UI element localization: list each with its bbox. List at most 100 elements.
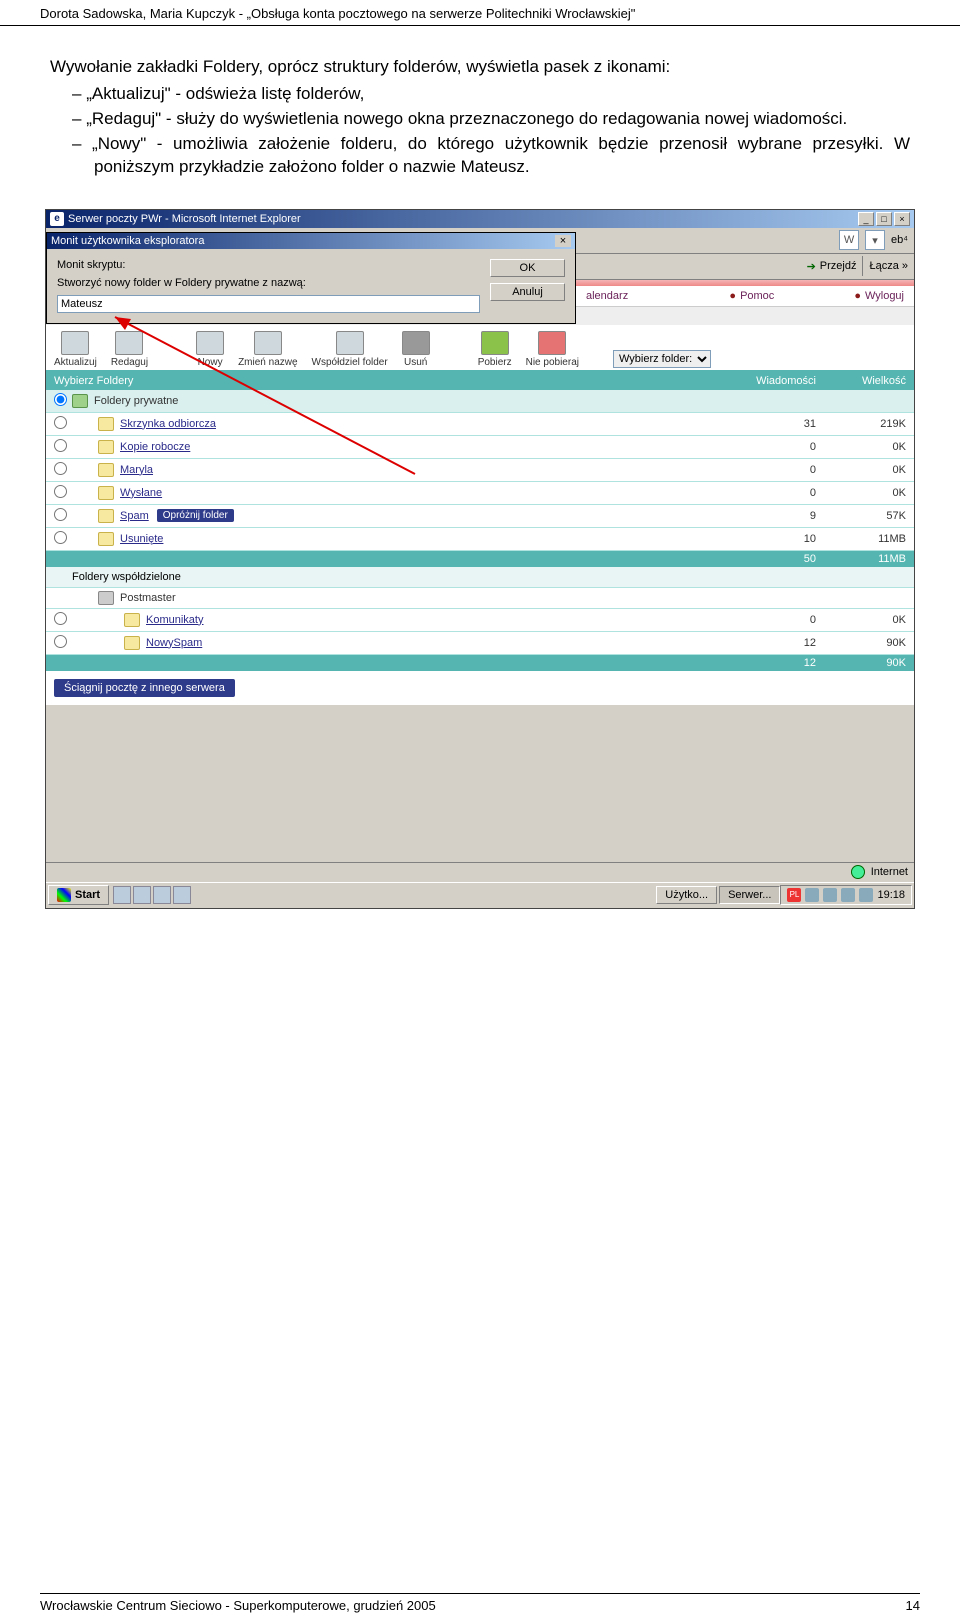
windows-flag-icon — [57, 888, 71, 902]
fetch-external-mail-button[interactable]: Ściągnij pocztę z innego serwera — [54, 679, 235, 697]
folder-radio[interactable] — [54, 612, 67, 625]
page-number: 14 — [906, 1598, 920, 1613]
screenshot: e Serwer poczty PWr - Microsoft Internet… — [45, 209, 915, 909]
folder-name[interactable]: Wysłane — [120, 487, 726, 499]
folder-icon — [98, 417, 114, 431]
minimize-button[interactable]: _ — [858, 212, 874, 226]
action-redaguj[interactable]: Redaguj — [111, 331, 148, 368]
tab-kalendarz[interactable]: alendarz — [586, 290, 628, 302]
folder-radio[interactable] — [54, 393, 67, 406]
toolbar-icon[interactable]: ▾ — [865, 230, 885, 250]
folder-radio[interactable] — [54, 462, 67, 475]
folder-icon — [72, 394, 88, 408]
dialog-close-button[interactable]: × — [555, 235, 571, 247]
folder-select[interactable]: Wybierz folder: — [613, 350, 711, 368]
globe-icon — [851, 865, 865, 879]
ie-statusbar: Internet — [46, 862, 914, 882]
tray-icon[interactable] — [859, 888, 873, 902]
toolbar-icon[interactable]: eb⁴ — [891, 234, 908, 246]
action-zmien-nazwe[interactable]: Zmień nazwę — [238, 331, 297, 368]
folder-name[interactable]: Komunikaty — [146, 614, 726, 626]
tray-lang[interactable]: PL — [787, 888, 801, 902]
taskbar-task-active[interactable]: Serwer... — [719, 886, 780, 904]
windows-taskbar: Start Użytko... Serwer... PL 19:18 — [46, 882, 914, 908]
bullet-item: „Nowy" - umożliwia założenie folderu, do… — [72, 133, 910, 179]
folder-select-wrap: Wybierz folder: — [613, 350, 711, 368]
person-icon — [98, 591, 114, 605]
action-niepobieraj[interactable]: Nie pobieraj — [526, 331, 579, 368]
folder-row: Komunikaty 0 0K — [46, 609, 914, 632]
tab-pomoc[interactable]: ●Pomoc — [729, 290, 774, 302]
folder-icon — [98, 463, 114, 477]
folder-row: Wysłane 0 0K — [46, 482, 914, 505]
ie-icon: e — [50, 212, 64, 226]
action-nowy[interactable]: Nowy — [196, 331, 224, 368]
folder-name[interactable]: NowySpam — [146, 637, 726, 649]
go-label[interactable]: Przejdź — [820, 260, 857, 272]
folder-name[interactable]: Skrzynka odbiorcza — [120, 418, 726, 430]
ql-icon[interactable] — [133, 886, 151, 904]
security-zone: Internet — [871, 866, 908, 878]
go-icon[interactable]: ➔ — [807, 260, 816, 273]
cancel-button[interactable]: Anuluj — [490, 283, 565, 301]
folder-name[interactable]: Foldery prywatne — [94, 395, 726, 407]
folder-name[interactable]: Maryla — [120, 464, 726, 476]
taskbar-tasks: Użytko... Serwer... — [656, 886, 780, 904]
ql-icon[interactable] — [153, 886, 171, 904]
dialog-label2: Stworzyć nowy folder w Foldery prywatne … — [57, 277, 480, 289]
folder-icon — [98, 532, 114, 546]
folder-row: Skrzynka odbiorcza 31 219K — [46, 413, 914, 436]
folder-icon — [98, 509, 114, 523]
folder-sum-row: 50 11MB — [46, 551, 914, 567]
folder-icon — [98, 440, 114, 454]
bullet-item: „Redaguj" - służy do wyświetlenia nowego… — [72, 108, 910, 131]
empty-folder-button[interactable]: Opróżnij folder — [157, 509, 234, 522]
folder-name-input[interactable] — [57, 295, 480, 313]
action-aktualizuj[interactable]: Aktualizuj — [54, 331, 97, 368]
folder-list: Foldery prywatne Skrzynka odbiorcza 31 2… — [46, 390, 914, 671]
col-size: Wielkość — [816, 375, 906, 387]
window-title: Serwer poczty PWr - Microsoft Internet E… — [68, 213, 301, 225]
ql-icon[interactable] — [173, 886, 191, 904]
folder-name[interactable]: Kopie robocze — [120, 441, 726, 453]
folder-icon — [124, 613, 140, 627]
taskbar-task[interactable]: Użytko... — [656, 886, 717, 904]
start-button[interactable]: Start — [48, 885, 109, 905]
tray-icon[interactable] — [823, 888, 837, 902]
action-usun[interactable]: Usuń — [402, 331, 430, 368]
page-footer: Wrocławskie Centrum Sieciowo - Superkomp… — [40, 1593, 920, 1613]
webmail-app: alendarz ●Pomoc ●Wyloguj kamila.losik@pw… — [46, 280, 914, 705]
tray-icon[interactable] — [805, 888, 819, 902]
ok-button[interactable]: OK — [490, 259, 565, 277]
folder-row: Spam Opróżnij folder 9 57K — [46, 505, 914, 528]
folder-row: Maryla 0 0K — [46, 459, 914, 482]
folder-radio[interactable] — [54, 508, 67, 521]
folder-icon — [124, 636, 140, 650]
toolbar-icon[interactable]: W — [839, 230, 859, 250]
new-folder-dialog: Monit użytkownika eksploratora × Monit s… — [46, 232, 576, 324]
bullet-list: „Aktualizuj" - odświeża listę folderów, … — [72, 83, 910, 179]
quick-launch — [113, 886, 191, 904]
folder-row: NowySpam 12 90K — [46, 632, 914, 655]
folder-radio[interactable] — [54, 485, 67, 498]
folder-name[interactable]: Usunięte — [120, 533, 726, 545]
shared-folders-title: Foldery współdzielone — [46, 567, 914, 588]
folder-name[interactable]: Spam — [120, 510, 149, 522]
links-label[interactable]: Łącza » — [869, 260, 908, 272]
folder-row: Usunięte 10 11MB — [46, 528, 914, 551]
folder-radio[interactable] — [54, 439, 67, 452]
ql-icon[interactable] — [113, 886, 131, 904]
folder-radio[interactable] — [54, 416, 67, 429]
maximize-button[interactable]: □ — [876, 212, 892, 226]
close-button[interactable]: × — [894, 212, 910, 226]
status-left — [52, 866, 55, 878]
folder-radio[interactable] — [54, 635, 67, 648]
window-titlebar: e Serwer poczty PWr - Microsoft Internet… — [46, 210, 914, 228]
folder-radio[interactable] — [54, 531, 67, 544]
tab-wyloguj[interactable]: ●Wyloguj — [854, 290, 904, 302]
system-tray: PL 19:18 — [780, 885, 912, 905]
shared-sum-row: 12 90K — [46, 655, 914, 671]
action-pobierz[interactable]: Pobierz — [478, 331, 512, 368]
tray-icon[interactable] — [841, 888, 855, 902]
action-wspoldziel[interactable]: Współdziel folder — [312, 331, 388, 368]
